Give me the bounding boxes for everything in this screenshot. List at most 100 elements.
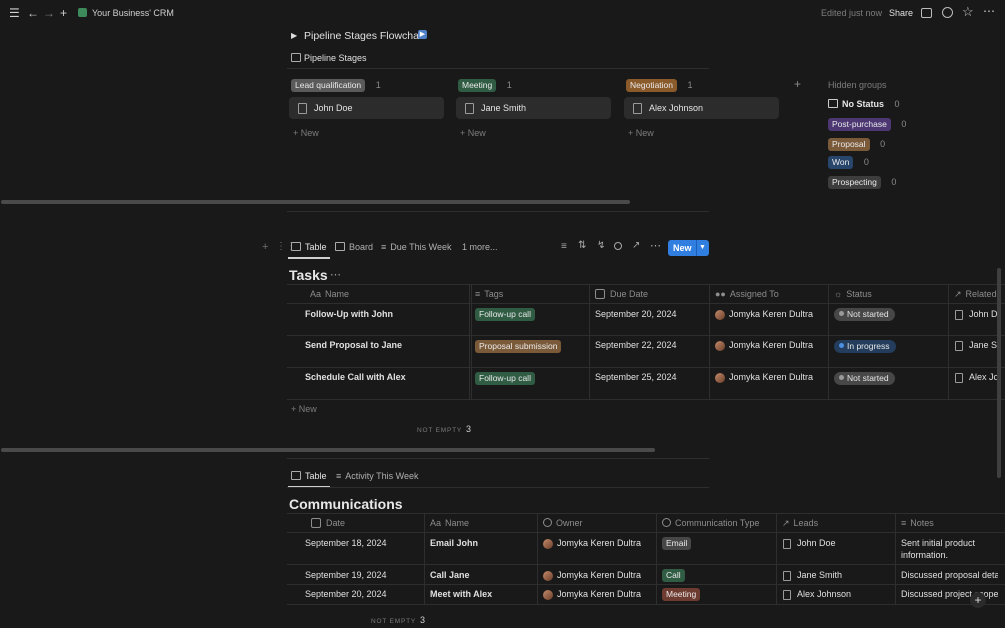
more-icon[interactable]: ⋯ <box>983 4 995 18</box>
comm-notes[interactable]: Sent initial product <box>901 538 975 548</box>
comm-name[interactable]: Meet with Alex <box>430 589 492 599</box>
board-icon <box>291 53 305 63</box>
task-tag[interactable]: Proposal submission <box>475 340 562 353</box>
hidden-group-won[interactable]: Won 0 <box>828 156 869 169</box>
calculation-footer[interactable]: NOT EMPTY 3 <box>417 424 471 434</box>
title-more-icon[interactable]: ⋯ <box>330 268 341 281</box>
back-arrow-icon[interactable]: ← <box>27 6 39 20</box>
avatar <box>543 589 553 600</box>
forward-arrow-icon[interactable]: → <box>43 6 55 20</box>
new-page-icon[interactable]: + <box>60 6 67 20</box>
comm-type[interactable]: Meeting <box>662 588 701 601</box>
board-card[interactable]: John Doe <box>289 97 444 119</box>
add-row-icon[interactable]: + <box>970 592 986 608</box>
comm-date[interactable]: September 18, 2024 <box>305 538 387 548</box>
tab-more[interactable]: 1 more... <box>462 242 498 252</box>
tab-due-this-week[interactable]: ≡ Due This Week <box>381 242 451 252</box>
comm-date[interactable]: September 19, 2024 <box>305 570 387 580</box>
column-header-meeting[interactable]: Meeting 1 <box>458 79 512 92</box>
comm-owner[interactable]: Jomyka Keren Dultra <box>543 538 641 549</box>
comment-icon[interactable] <box>921 8 932 18</box>
task-status[interactable]: In progress <box>834 340 896 353</box>
task-due-date[interactable]: September 20, 2024 <box>595 309 677 319</box>
horizontal-scrollbar[interactable] <box>1 448 655 452</box>
column-header-notes[interactable]: ≡ Notes <box>901 518 934 528</box>
column-header-communication-type[interactable]: Communication Type <box>662 518 759 528</box>
comm-owner[interactable]: Jomyka Keren Dultra <box>543 570 641 581</box>
comm-name[interactable]: Email John <box>430 538 478 548</box>
chevron-down-icon[interactable]: ▼ <box>699 240 706 256</box>
tab-activity-this-week[interactable]: ≡ Activity This Week <box>336 471 418 481</box>
comm-date[interactable]: September 20, 2024 <box>305 589 387 599</box>
column-header-status[interactable]: ☼ Status <box>834 289 872 299</box>
task-assigned[interactable]: Jomyka Keren Dultra <box>715 340 813 351</box>
task-tag[interactable]: Follow-up call <box>475 372 535 385</box>
task-status[interactable]: Not started <box>834 372 895 385</box>
hidden-group-prospecting[interactable]: Prospecting 0 <box>828 176 896 189</box>
new-task-button[interactable]: New ▼ <box>668 240 709 256</box>
task-due-date[interactable]: September 25, 2024 <box>595 372 677 382</box>
tab-table[interactable]: Table <box>291 471 327 481</box>
comm-lead[interactable]: John Doe <box>783 538 836 549</box>
comm-type[interactable]: Email <box>662 537 692 550</box>
column-header-due-date[interactable]: Due Date <box>595 288 648 300</box>
comm-name[interactable]: Call Jane <box>430 570 470 580</box>
comm-lead[interactable]: Alex Johnson <box>783 589 851 600</box>
more-options-icon[interactable]: ⋯ <box>650 239 661 252</box>
task-assigned[interactable]: Jomyka Keren Dultra <box>715 372 813 383</box>
column-header-date[interactable]: Date <box>311 517 345 529</box>
task-assigned[interactable]: Jomyka Keren Dultra <box>715 309 813 320</box>
column-header-leads[interactable]: ↗ Leads <box>782 518 818 529</box>
column-header-name[interactable]: Aa Name <box>430 518 469 528</box>
column-header-lead-qualification[interactable]: Lead qualification 1 <box>291 79 381 92</box>
board-card[interactable]: Alex Johnson <box>624 97 779 119</box>
hidden-group-post-purchase[interactable]: Post-purchase 0 <box>828 118 906 131</box>
column-header-tags[interactable]: ≡ Tags <box>475 289 503 299</box>
tab-board[interactable]: Board <box>335 242 373 252</box>
task-related[interactable]: Jane Sr <box>955 340 1000 351</box>
comm-lead[interactable]: Jane Smith <box>783 570 842 581</box>
column-header-name[interactable]: Aa Name <box>310 289 349 299</box>
column-header-negotiation[interactable]: Negotiation 1 <box>626 79 693 92</box>
history-icon[interactable] <box>942 7 953 18</box>
column-header-owner[interactable]: Owner <box>543 518 583 528</box>
task-related[interactable]: John D <box>955 309 998 320</box>
expand-icon[interactable]: ↗ <box>632 240 640 251</box>
hidden-group-proposal[interactable]: Proposal 0 <box>828 138 885 151</box>
tab-table[interactable]: Table <box>291 242 327 252</box>
breadcrumb[interactable]: Your Business' CRM <box>92 8 174 18</box>
task-status[interactable]: Not started <box>834 308 895 321</box>
share-button[interactable]: Share <box>889 8 913 18</box>
task-due-date[interactable]: September 22, 2024 <box>595 340 677 350</box>
hidden-group-no-status[interactable]: No Status 0 <box>828 99 900 109</box>
comm-owner[interactable]: Jomyka Keren Dultra <box>543 589 641 600</box>
board-card[interactable]: Jane Smith <box>456 97 611 119</box>
add-block-icon[interactable]: + <box>262 241 268 253</box>
task-name[interactable]: Follow-Up with John <box>305 309 393 319</box>
sort-icon[interactable]: ⇅ <box>578 240 586 251</box>
menu-icon[interactable]: ☰ <box>9 6 20 20</box>
calculation-footer[interactable]: NOT EMPTY 3 <box>371 615 425 625</box>
toggle-triangle-icon[interactable]: ▶ <box>291 31 297 40</box>
new-row-button[interactable]: + New <box>291 404 317 414</box>
flowchart-toggle[interactable]: Pipeline Stages Flowchart <box>304 30 425 42</box>
horizontal-scrollbar[interactable] <box>1 200 630 204</box>
new-card-button[interactable]: + New <box>628 128 654 138</box>
add-group-icon[interactable]: + <box>794 77 801 91</box>
column-header-assigned-to[interactable]: ●● Assigned To <box>715 289 779 299</box>
pipeline-view-title[interactable]: Pipeline Stages <box>304 53 367 63</box>
star-icon[interactable]: ☆ <box>962 5 974 19</box>
lightning-icon[interactable]: ↯ <box>597 240 605 251</box>
filter-icon[interactable]: ≡ <box>561 241 567 252</box>
search-icon[interactable] <box>614 242 622 250</box>
comm-type[interactable]: Call <box>662 569 685 582</box>
task-name[interactable]: Send Proposal to Jane <box>305 340 402 350</box>
column-header-related[interactable]: ↗ Related <box>954 289 997 300</box>
new-card-button[interactable]: + New <box>460 128 486 138</box>
task-tag[interactable]: Follow-up call <box>475 308 535 321</box>
vertical-scrollbar[interactable] <box>997 268 1001 478</box>
comm-notes[interactable]: Discussed proposal deta <box>901 570 998 580</box>
task-related[interactable]: Alex Jo <box>955 372 999 383</box>
new-card-button[interactable]: + New <box>293 128 319 138</box>
task-name[interactable]: Schedule Call with Alex <box>305 372 406 382</box>
